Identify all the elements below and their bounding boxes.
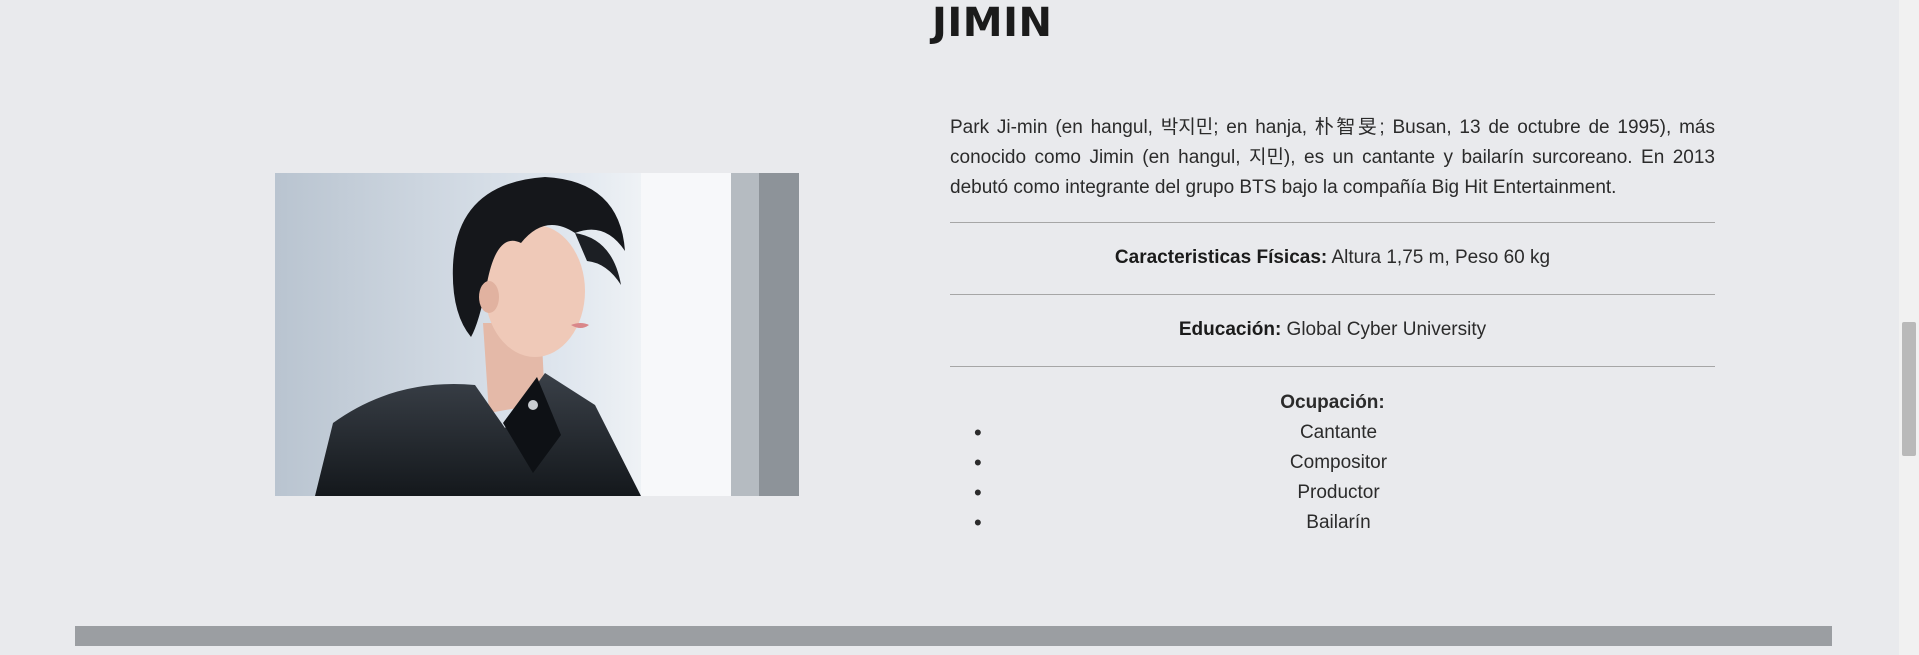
bullet-icon: • bbox=[974, 480, 982, 505]
physical-label: Caracteristicas Físicas: bbox=[1114, 247, 1328, 268]
scrollbar-thumb[interactable] bbox=[1902, 322, 1916, 456]
page-title: JIMIN bbox=[932, 0, 1053, 46]
list-item: • Bailarín bbox=[962, 508, 1715, 538]
occupation-item: Compositor bbox=[1289, 452, 1388, 473]
physical-characteristics: Caracteristicas Físicas: Altura 1,75 m, … bbox=[950, 223, 1715, 294]
occupation-label: Ocupación: bbox=[1280, 392, 1385, 413]
bullet-icon: • bbox=[974, 510, 982, 535]
bullet-icon: • bbox=[974, 450, 982, 475]
profile-photo bbox=[275, 173, 799, 496]
biography-text: Park Ji-min (en hangul, 박지민; en hanja, 朴… bbox=[950, 117, 1715, 198]
footer-divider-bar bbox=[75, 626, 1832, 646]
bullet-icon: • bbox=[974, 420, 982, 445]
profile-photo-image bbox=[275, 173, 799, 496]
occupation-section: Ocupación: • Cantante • Compositor • Produc… bbox=[950, 367, 1715, 538]
list-item: • Compositor bbox=[962, 448, 1715, 478]
education-value: Global Cyber University bbox=[1281, 319, 1487, 340]
physical-value: Altura 1,75 m, Peso 60 kg bbox=[1327, 247, 1551, 268]
list-item: • Cantante bbox=[962, 418, 1715, 448]
occupation-item: Productor bbox=[1297, 482, 1380, 503]
occupation-item: Cantante bbox=[1299, 422, 1378, 443]
education-label: Educación: bbox=[1178, 319, 1282, 340]
occupation-item: Bailarín bbox=[1306, 512, 1371, 533]
occupation-list: • Cantante • Compositor • Productor • Bailar… bbox=[950, 418, 1715, 538]
profile-page: JIMIN Park Ji-min (en hangul, 박지민; en ha… bbox=[0, 0, 1919, 655]
list-item: • Productor bbox=[962, 478, 1715, 508]
profile-info: Park Ji-min (en hangul, 박지민; en hanja, 朴… bbox=[950, 113, 1715, 538]
education: Educación: Global Cyber University bbox=[950, 295, 1715, 366]
